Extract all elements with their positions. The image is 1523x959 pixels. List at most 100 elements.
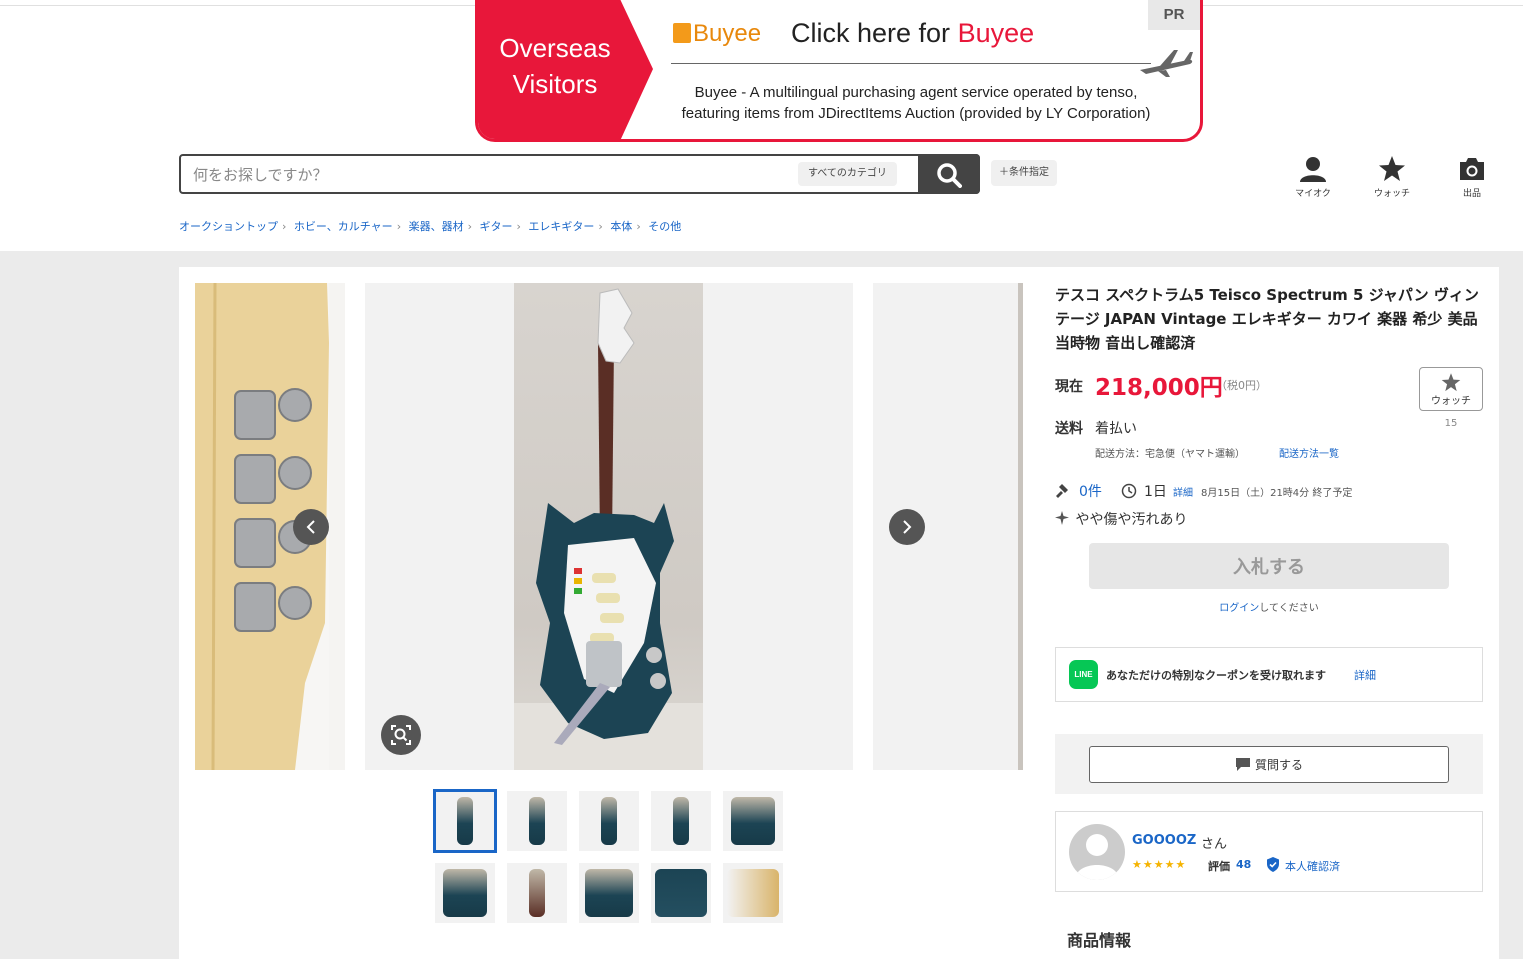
pr-badge: PR (1148, 0, 1200, 30)
search-button[interactable] (918, 154, 980, 194)
breadcrumb-separator: › (598, 220, 603, 233)
thumbnail[interactable] (507, 791, 567, 851)
breadcrumb-item[interactable]: オークショントップ (179, 220, 278, 233)
login-link[interactable]: ログイン (1219, 603, 1259, 614)
thumbnail[interactable] (435, 863, 495, 923)
zoom-button[interactable] (381, 715, 421, 755)
chat-bubble-icon (1235, 758, 1250, 771)
condition-text: やや傷や汚れあり (1075, 512, 1188, 528)
rating-value[interactable]: 48 (1236, 858, 1251, 871)
watch-button[interactable]: ウォッチ (1419, 367, 1483, 411)
gavel-icon (1056, 484, 1068, 498)
thumbnail[interactable] (507, 863, 567, 923)
watch-count: 15 (1444, 418, 1458, 429)
breadcrumb-separator: › (282, 220, 287, 233)
bid-button[interactable]: 入札する (1089, 543, 1449, 589)
thumbnail-image (457, 797, 473, 845)
zoom-search-icon (391, 725, 411, 745)
thumbnail[interactable] (651, 791, 711, 851)
breadcrumb-item[interactable]: その他 (648, 220, 681, 233)
search-icon (937, 163, 962, 188)
buyee-banner[interactable]: Overseas Visitors PR Buyee Click here fo… (475, 0, 1203, 142)
login-suffix: してください (1259, 603, 1319, 614)
chevron-right-icon (903, 520, 912, 534)
banner-desc-line1: Buyee - A multilingual purchasing agent … (694, 84, 1138, 101)
seller-honorific: さん (1201, 837, 1228, 852)
watch-label: ウォッチ (1373, 189, 1410, 199)
thumbnail[interactable] (579, 791, 639, 851)
sell-link[interactable]: 出品 (1442, 156, 1502, 199)
thumbnail-image (727, 869, 779, 917)
banner-description: Buyee - A multilingual purchasing agent … (656, 82, 1176, 124)
verified-shield-icon (1267, 857, 1279, 872)
end-time: 8月15日（土）21時4分 終了予定 (1201, 488, 1353, 499)
shipping-methods-link[interactable]: 配送方法一覧 (1279, 445, 1339, 460)
sparkle-icon (1055, 511, 1069, 525)
search-input[interactable] (193, 164, 773, 186)
end-detail-link[interactable]: 詳細 (1173, 484, 1193, 499)
carousel-prev-button[interactable] (293, 509, 329, 545)
coupon-detail-link[interactable]: 詳細 (1354, 667, 1376, 683)
chevron-left-icon (306, 520, 315, 534)
seller-name[interactable]: GOOOOZ (1132, 833, 1196, 848)
star-icon (1379, 156, 1405, 181)
login-prompt: ログインしてください (1089, 599, 1449, 614)
guitar-photo (514, 288, 703, 770)
price-label: 現在 (1055, 379, 1083, 395)
tax-note: （税0円） (1216, 379, 1267, 392)
shipping-label: 送料 (1055, 421, 1083, 437)
main-product-image[interactable] (365, 283, 853, 770)
breadcrumb-item[interactable]: 楽器、器材 (409, 220, 464, 233)
thumbnail-image (731, 797, 775, 845)
banner-headline: Click here for Buyee (791, 18, 1034, 49)
breadcrumb: オークショントップ › ホビー、カルチャー › 楽器、器材 › ギター › エレキギター… (179, 218, 681, 234)
shipping-value: 着払い (1095, 421, 1137, 437)
product-photo (514, 283, 703, 770)
myauction-link[interactable]: マイオク (1283, 156, 1343, 199)
item-title: テスコ スペクトラム5 Teisco Spectrum 5 ジャパン ヴィンテー… (1055, 286, 1479, 352)
thumbnail-image (443, 869, 487, 917)
banner-headline-prefix: Click here for (791, 18, 958, 48)
rating-stars: ★★★★★ (1132, 858, 1187, 871)
breadcrumb-item[interactable]: エレキギター (528, 220, 594, 233)
search-conditions-button[interactable]: ＋条件指定 (991, 160, 1057, 186)
banner-divider (671, 63, 1151, 64)
breadcrumb-separator: › (467, 220, 472, 233)
clock-icon (1121, 483, 1137, 499)
thumbnail[interactable] (723, 791, 783, 851)
airplane-icon (1140, 50, 1193, 77)
bid-count[interactable]: 0件 (1079, 481, 1102, 501)
coupon-text: あなただけの特別なクーポンを受け取れます (1106, 669, 1326, 682)
sell-label: 出品 (1462, 189, 1481, 199)
thumbnail[interactable] (651, 863, 711, 923)
shipping-method: 配送方法：宅急便（ヤマト運輸） (1095, 449, 1245, 460)
thumbnail-image (585, 869, 633, 917)
category-select[interactable]: すべてのカテゴリ (798, 162, 897, 186)
line-coupon-banner[interactable]: LINE あなただけの特別なクーポンを受け取れます 詳細 (1055, 647, 1483, 702)
seller-avatar[interactable] (1069, 824, 1125, 880)
breadcrumb-item[interactable]: ギター (480, 220, 513, 233)
thumbnail[interactable] (433, 789, 497, 853)
myauction-label: マイオク (1295, 189, 1331, 199)
breadcrumb-item[interactable]: 本体 (610, 220, 632, 233)
search-bar: すべてのカテゴリ (179, 154, 980, 194)
buyee-bag-icon (673, 23, 691, 43)
banner-overseas-line2: Visitors (512, 69, 598, 99)
thumbnail-image (529, 869, 545, 917)
rating-label: 評価 (1208, 860, 1230, 873)
banner-desc-line2: featuring items from JDirectItems Auctio… (681, 105, 1151, 122)
breadcrumb-item[interactable]: ホビー、カルチャー (294, 220, 393, 233)
buyee-logo-text: Buyee (693, 20, 762, 47)
ask-question-button[interactable]: 質問する (1089, 746, 1449, 783)
thumbnail[interactable] (723, 863, 783, 923)
carousel-next-button[interactable] (889, 509, 925, 545)
thumbnail[interactable] (579, 863, 639, 923)
seller-card: GOOOOZ さん ★★★★★ 評価 48 本人確認済 (1055, 811, 1483, 892)
camera-icon (1460, 158, 1484, 180)
watchlist-link[interactable]: ウォッチ (1362, 156, 1422, 199)
section-title-item-info: 商品情報 (1067, 931, 1132, 950)
current-price: 218,000円 (1095, 375, 1223, 401)
thumbnail-image (529, 797, 545, 845)
time-left: 1日 (1144, 484, 1167, 500)
thumbnail-image (673, 797, 689, 845)
